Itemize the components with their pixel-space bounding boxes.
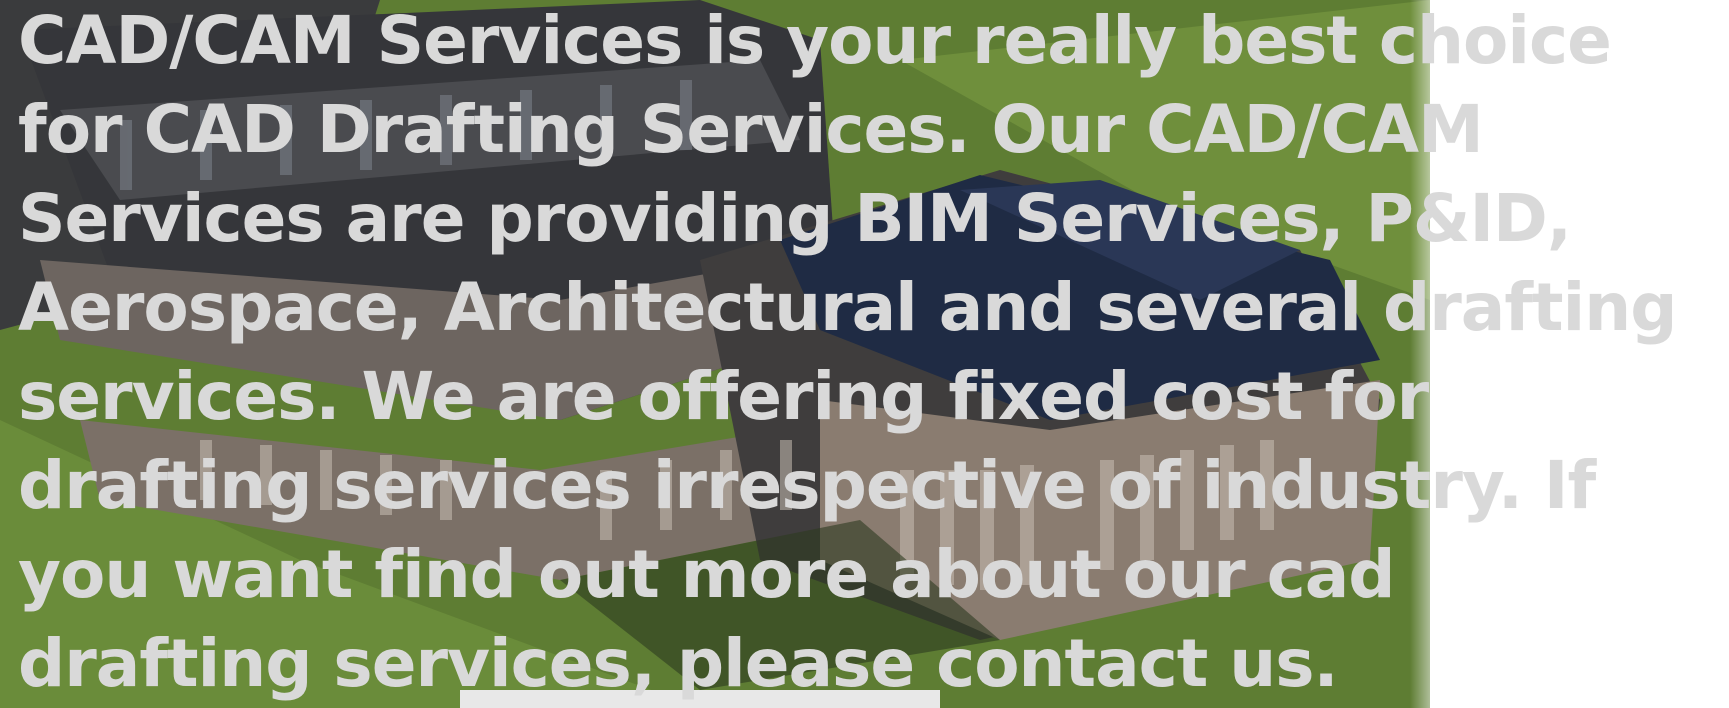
caption-line: services. We are offering fixed cost for [18,358,1429,435]
caption-line: for CAD Drafting Services. Our CAD/CAM [18,91,1484,168]
caption-line: CAD/CAM Services is your really best cho… [18,2,1612,79]
caption-line: you want find out more about our cad [18,536,1396,613]
ad-banner: CAD/CAM Services is your really best cho… [0,0,1729,708]
caption-line: drafting services irrespective of indust… [18,447,1596,524]
caption-line: drafting services, please contact us. [18,625,1339,702]
promo-caption: CAD/CAM Services is your really best cho… [18,0,1718,708]
caption-line: Services are providing BIM Services, P&I… [18,180,1572,257]
caption-line: Aerospace, Architectural and several dra… [18,269,1677,346]
